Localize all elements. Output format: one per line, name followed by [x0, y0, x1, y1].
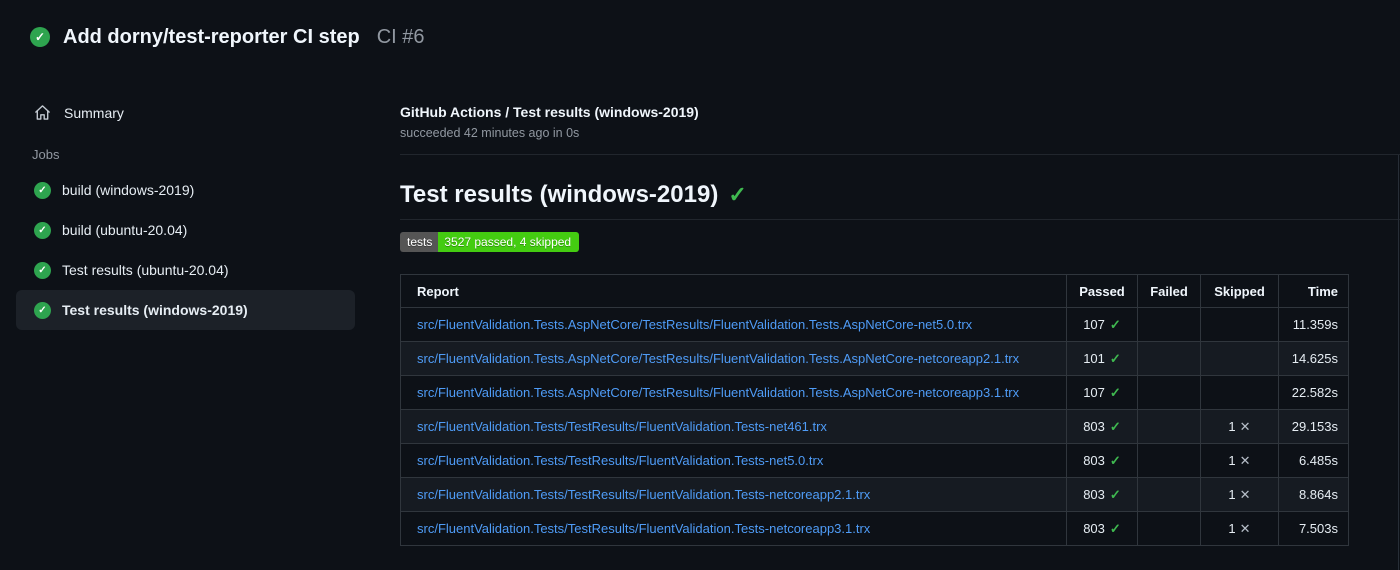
time-value: 14.625s	[1278, 341, 1349, 376]
table-row: src/FluentValidation.Tests/TestResults/F…	[400, 443, 1349, 478]
skip-x-icon: ✕	[1239, 452, 1251, 468]
job-label: Test results (ubuntu-20.04)	[62, 262, 229, 278]
skipped-count: 1	[1228, 486, 1236, 502]
failed-count	[1137, 477, 1201, 512]
time-value: 7.503s	[1278, 511, 1349, 546]
failed-count	[1137, 375, 1201, 410]
pass-check-icon: ✓	[1109, 350, 1121, 366]
report-table-body: src/FluentValidation.Tests.AspNetCore/Te…	[400, 307, 1349, 546]
run-status-check-icon: ✓	[30, 27, 50, 47]
pass-check-icon: ✓	[1109, 316, 1121, 332]
badge-value: 3527 passed, 4 skipped	[438, 232, 580, 252]
skipped-count: 1	[1228, 520, 1236, 536]
column-header-report: Report	[400, 274, 1067, 308]
failed-count	[1137, 341, 1201, 376]
skipped-count: 1	[1228, 452, 1236, 468]
column-header-passed: Passed	[1066, 274, 1138, 308]
table-row: src/FluentValidation.Tests/TestResults/F…	[400, 409, 1349, 444]
report-link[interactable]: src/FluentValidation.Tests.AspNetCore/Te…	[417, 317, 972, 332]
table-row: src/FluentValidation.Tests.AspNetCore/Te…	[400, 375, 1349, 410]
report-link[interactable]: src/FluentValidation.Tests/TestResults/F…	[417, 453, 823, 468]
run-number: CI #6	[376, 25, 425, 48]
job-title: GitHub Actions / Test results (windows-2…	[400, 104, 699, 120]
skip-x-icon: ✕	[1239, 418, 1251, 434]
column-header-time: Time	[1278, 274, 1349, 308]
badge-label: tests	[400, 232, 439, 252]
report-link[interactable]: src/FluentValidation.Tests/TestResults/F…	[417, 487, 870, 502]
run-header: ✓ Add dorny/test-reporter CI step CI #6	[0, 0, 1400, 50]
passed-count: 803	[1083, 452, 1105, 468]
job-status-text: succeeded 42 minutes ago in 0s	[400, 126, 580, 140]
table-row: src/FluentValidation.Tests.AspNetCore/Te…	[400, 341, 1349, 376]
column-header-skipped: Skipped	[1200, 274, 1279, 308]
skip-x-icon: ✕	[1239, 486, 1251, 502]
report-link[interactable]: src/FluentValidation.Tests/TestResults/F…	[417, 521, 870, 536]
table-header-row: Report Passed Failed Skipped Time	[400, 274, 1349, 308]
job-success-check-icon: ✓	[34, 181, 51, 199]
section-heading: Test results (windows-2019) ✓	[400, 155, 1400, 220]
failed-count	[1137, 409, 1201, 444]
time-value: 11.359s	[1278, 307, 1349, 342]
sidebar-job-item[interactable]: ✓ Test results (ubuntu-20.04)	[16, 250, 355, 290]
table-row: src/FluentValidation.Tests/TestResults/F…	[400, 477, 1349, 512]
time-value: 22.582s	[1278, 375, 1349, 410]
summary-label: Summary	[64, 104, 124, 121]
pass-check-icon: ✓	[1109, 384, 1121, 400]
section-title: Test results (windows-2019)	[400, 181, 719, 208]
skip-x-icon: ✕	[1239, 520, 1251, 536]
time-value: 6.485s	[1278, 443, 1349, 478]
time-value: 29.153s	[1278, 409, 1349, 444]
failed-count	[1137, 307, 1201, 342]
sidebar-job-item[interactable]: ✓ build (ubuntu-20.04)	[16, 210, 355, 250]
passed-count: 803	[1083, 418, 1105, 434]
passed-count: 803	[1083, 486, 1105, 502]
section-check-icon: ✓	[728, 182, 747, 207]
passed-count: 803	[1083, 520, 1105, 536]
job-success-check-icon: ✓	[34, 301, 51, 319]
job-label: build (ubuntu-20.04)	[62, 222, 188, 238]
table-row: src/FluentValidation.Tests.AspNetCore/Te…	[400, 307, 1349, 342]
main-content: GitHub Actions / Test results (windows-2…	[400, 50, 1400, 546]
job-label: Test results (windows-2019)	[62, 302, 248, 318]
skipped-count: 1	[1228, 418, 1236, 434]
job-success-check-icon: ✓	[34, 261, 51, 279]
jobs-section-label: Jobs	[32, 147, 60, 162]
passed-count: 101	[1083, 350, 1105, 366]
pass-check-icon: ✓	[1109, 520, 1121, 536]
column-header-failed: Failed	[1137, 274, 1201, 308]
sidebar: Summary Jobs ✓ build (windows-2019) ✓ bu…	[0, 50, 400, 546]
report-link[interactable]: src/FluentValidation.Tests.AspNetCore/Te…	[417, 351, 1019, 366]
passed-count: 107	[1083, 316, 1105, 332]
job-label: build (windows-2019)	[62, 182, 195, 198]
job-success-check-icon: ✓	[34, 221, 51, 239]
home-icon	[34, 104, 51, 121]
pass-check-icon: ✓	[1109, 486, 1121, 502]
pass-check-icon: ✓	[1109, 418, 1121, 434]
failed-count	[1137, 443, 1201, 478]
passed-count: 107	[1083, 384, 1105, 400]
run-title: Add dorny/test-reporter CI step	[63, 25, 360, 48]
sidebar-job-item[interactable]: ✓ build (windows-2019)	[16, 170, 355, 210]
sidebar-job-item[interactable]: ✓ Test results (windows-2019)	[16, 290, 355, 330]
pass-check-icon: ✓	[1109, 452, 1121, 468]
report-link[interactable]: src/FluentValidation.Tests/TestResults/F…	[417, 419, 827, 434]
page-right-border	[1398, 155, 1399, 570]
failed-count	[1137, 511, 1201, 546]
time-value: 8.864s	[1278, 477, 1349, 512]
tests-badge: tests 3527 passed, 4 skipped	[400, 232, 580, 252]
report-link[interactable]: src/FluentValidation.Tests.AspNetCore/Te…	[417, 385, 1019, 400]
sidebar-item-summary[interactable]: Summary	[0, 94, 400, 131]
sidebar-jobs-list: ✓ build (windows-2019) ✓ build (ubuntu-2…	[0, 170, 400, 330]
report-table: Report Passed Failed Skipped Time src/Fl…	[400, 274, 1349, 546]
table-row: src/FluentValidation.Tests/TestResults/F…	[400, 511, 1349, 546]
